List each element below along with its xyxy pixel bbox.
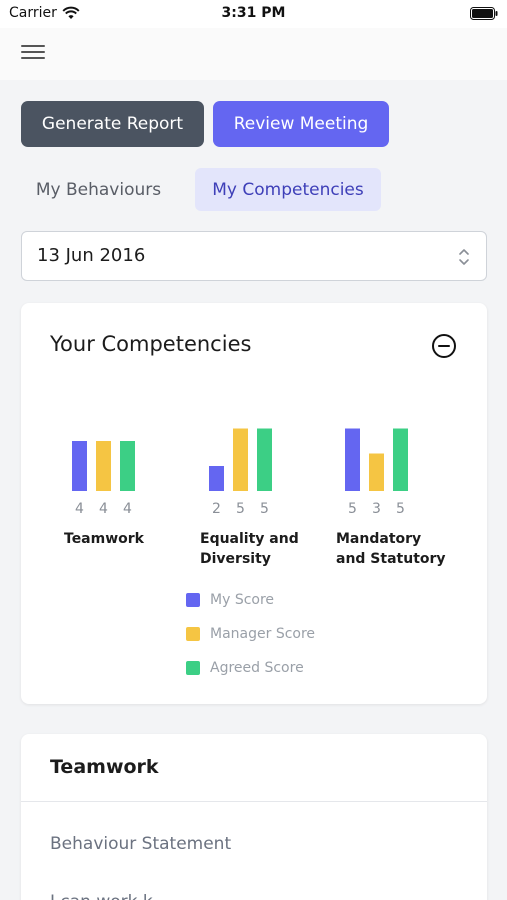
legend-swatch (186, 627, 200, 641)
status-bar: Carrier 3:31 PM (0, 0, 507, 28)
category-label-teamwork: Teamwork (64, 531, 144, 547)
divider (21, 801, 487, 802)
category-label-equality: Equality and Diversity (200, 531, 299, 567)
bar-agreed-score (120, 441, 135, 491)
bar-my-score (345, 428, 360, 491)
bar-my-score (209, 466, 224, 491)
date-select[interactable]: 13 Jun 2016 (21, 231, 487, 281)
category-label-mandatory: Mandatory and Statutory (336, 531, 446, 567)
bar-value-label: 5 (348, 501, 357, 517)
bar-manager-score (96, 441, 111, 491)
bar-manager-score (369, 453, 384, 491)
chevrons-icon (459, 249, 469, 265)
menu-icon[interactable] (21, 42, 45, 64)
bar-value-label: 4 (99, 501, 108, 517)
bar-value-label: 4 (123, 501, 132, 517)
behaviour-statement-text: I can work k... (50, 892, 169, 900)
legend-swatch (186, 661, 200, 675)
status-time: 3:31 PM (221, 5, 286, 21)
tab-my-behaviours[interactable]: My Behaviours (21, 168, 176, 211)
bar-value-label: 2 (212, 501, 221, 517)
bar-value-label: 4 (75, 501, 84, 517)
nav-bar (0, 28, 507, 80)
teamwork-detail-card: Teamwork Behaviour Statement I can work … (21, 734, 487, 900)
battery-icon (470, 7, 498, 20)
bar-value-label: 3 (372, 501, 381, 517)
legend-swatch (186, 593, 200, 607)
legend-item-manager-score: Manager Score (186, 624, 315, 644)
competencies-card: Your Competencies 444255535 Teamwork Equ… (21, 303, 487, 704)
review-meeting-button[interactable]: Review Meeting (213, 101, 389, 147)
legend-item-agreed-score: Agreed Score (186, 658, 304, 678)
behaviour-statement-label: Behaviour Statement (50, 834, 232, 854)
legend-label: My Score (210, 592, 275, 608)
bar-value-label: 5 (236, 501, 245, 517)
bar-my-score (72, 441, 87, 491)
detail-card-title: Teamwork (50, 756, 159, 778)
tab-my-competencies[interactable]: My Competencies (195, 168, 381, 211)
bar-agreed-score (257, 428, 272, 491)
generate-report-button[interactable]: Generate Report (21, 101, 204, 147)
legend-label: Manager Score (210, 626, 316, 642)
legend-item-my-score: My Score (186, 590, 274, 610)
bar-agreed-score (393, 428, 408, 491)
bar-value-label: 5 (260, 501, 269, 517)
legend-label: Agreed Score (210, 660, 304, 676)
bar-value-label: 5 (396, 501, 405, 517)
date-select-value: 13 Jun 2016 (37, 245, 146, 266)
bar-manager-score (233, 428, 248, 491)
